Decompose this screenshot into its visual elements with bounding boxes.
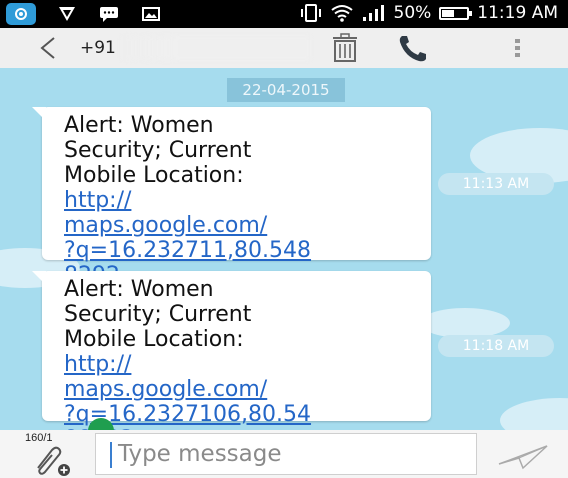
message-text: Alert: Women: [64, 277, 214, 302]
clock: 11:19 AM: [477, 3, 558, 23]
system-status: 50% 11:19 AM: [300, 3, 558, 23]
contact-number[interactable]: +91: [80, 38, 116, 58]
message-bubble[interactable]: Alert: Women Security; Current Mobile Lo…: [32, 271, 431, 430]
text-cursor: [110, 442, 112, 468]
attach-icon[interactable]: [32, 444, 72, 478]
notification-icons: [6, 3, 162, 25]
location-link[interactable]: ?q=16.2327106,80.54: [64, 402, 431, 427]
battery-percent: 50%: [393, 3, 432, 23]
conversation-thread[interactable]: 22-04-2015 Alert: Women Security; Curren…: [0, 68, 568, 430]
send-icon[interactable]: [497, 444, 549, 470]
message-bubble[interactable]: Alert: Women Security; Current Mobile Lo…: [32, 107, 431, 288]
vibrate-icon: [300, 4, 321, 22]
delete-icon[interactable]: [330, 33, 360, 63]
redacted-number: [120, 36, 310, 60]
location-link[interactable]: maps.google.com/: [64, 377, 431, 402]
background-cloud: [420, 308, 510, 338]
shield-notification-icon: [56, 5, 78, 23]
message-notification-icon: [98, 5, 120, 23]
location-link[interactable]: maps.google.com/: [64, 213, 431, 238]
more-options-icon[interactable]: [513, 38, 523, 58]
message-text: Mobile Location:: [64, 163, 244, 188]
message-timestamp: 11:18 AM: [438, 335, 554, 357]
message-timestamp: 11:13 AM: [438, 173, 554, 195]
action-bar: +91: [0, 28, 568, 68]
battery-icon: [439, 6, 473, 20]
message-placeholder: Type message: [118, 441, 282, 467]
signal-icon: [362, 5, 384, 21]
location-link[interactable]: ?q=16.232711,80.548: [64, 238, 431, 263]
app-notification-icon: [6, 3, 36, 25]
message-text: Alert: Women: [64, 113, 214, 138]
status-bar: 50% 11:19 AM: [0, 0, 568, 28]
message-text: Mobile Location:: [64, 327, 244, 352]
call-icon[interactable]: [397, 33, 429, 63]
back-arrow-icon[interactable]: [36, 34, 60, 62]
message-text: Security; Current: [64, 302, 252, 327]
location-link[interactable]: http://: [64, 188, 431, 213]
wifi-icon: [330, 5, 353, 22]
compose-bar: 160/1 Type message: [0, 430, 568, 478]
character-counter: 160/1: [25, 432, 53, 444]
image-notification-icon: [140, 5, 162, 23]
message-text: Security; Current: [64, 138, 252, 163]
date-separator: 22-04-2015: [227, 78, 345, 102]
background-cloud: [500, 398, 568, 430]
location-link[interactable]: http://: [64, 352, 431, 377]
message-input[interactable]: Type message: [95, 433, 477, 475]
